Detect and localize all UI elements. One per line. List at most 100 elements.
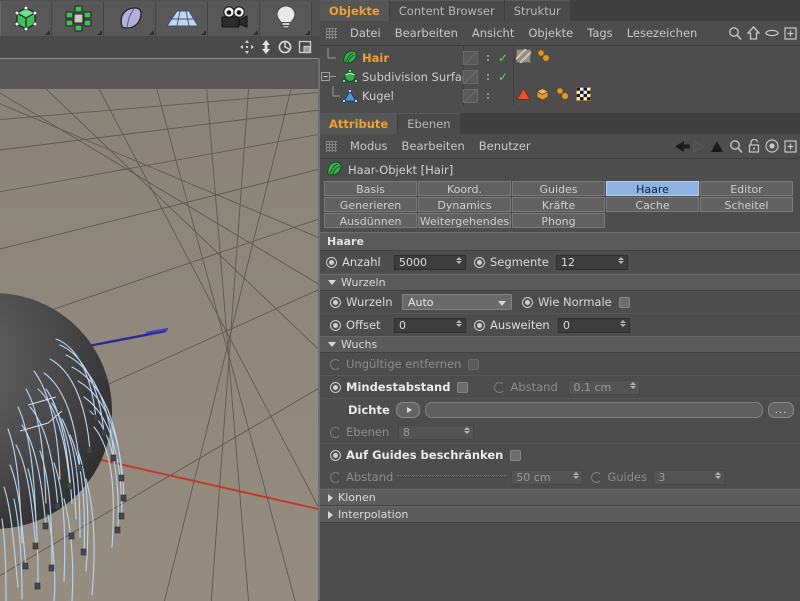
table-row[interactable]: Hair ✓: [320, 48, 800, 67]
animate-dot-wurzeln[interactable]: [330, 296, 341, 308]
nurbs-tool[interactable]: [104, 0, 156, 36]
tab-scheitel[interactable]: Scheitel: [700, 197, 793, 212]
target-icon[interactable]: [765, 139, 779, 153]
input-offset[interactable]: 0: [394, 317, 466, 333]
texture-tag[interactable]: [576, 87, 591, 104]
hair-material-tag[interactable]: [513, 48, 533, 66]
menu-bearbeiten[interactable]: Bearbeiten: [395, 135, 472, 158]
tab-haare[interactable]: Haare: [606, 181, 699, 196]
input-abstand[interactable]: 0.1 cm: [568, 379, 641, 395]
animate-dot-abstand[interactable]: [494, 381, 506, 393]
input-guides[interactable]: 3: [653, 469, 726, 485]
dichte-more-button[interactable]: ...: [768, 402, 794, 418]
checkbox-mindestabstand[interactable]: [457, 381, 469, 393]
menu-ansicht[interactable]: Ansicht: [465, 22, 521, 45]
checkbox-auf-guides-beschraenken[interactable]: [510, 449, 522, 461]
menu-bearbeiten[interactable]: Bearbeiten: [388, 22, 465, 45]
menu-tags[interactable]: Tags: [580, 22, 619, 45]
menu-modus[interactable]: Modus: [343, 135, 395, 158]
spline-array-tool[interactable]: [52, 0, 104, 36]
3d-viewport[interactable]: [0, 58, 318, 601]
animate-dot-mindestabstand[interactable]: [330, 381, 341, 393]
phong-tag[interactable]: [516, 87, 531, 104]
enabled-check-icon[interactable]: ✓: [498, 52, 508, 64]
tab-guides[interactable]: Guides: [512, 181, 605, 196]
animate-dot-wie-normale[interactable]: [522, 296, 533, 308]
animate-dot-auf-guides[interactable]: [330, 449, 341, 461]
floor-grid-tool[interactable]: [156, 0, 208, 36]
light-tool[interactable]: [260, 0, 312, 36]
material-tag[interactable]: [535, 87, 550, 104]
table-row[interactable]: Subdivision Surface ✓: [320, 67, 800, 86]
table-row[interactable]: Kugel: [320, 86, 800, 105]
visibility-dots[interactable]: [483, 89, 493, 103]
checkbox-ungueltige-entfernen[interactable]: [468, 358, 480, 370]
search-icon[interactable]: [728, 26, 742, 40]
plus-box-icon[interactable]: [784, 26, 797, 40]
visibility-dots[interactable]: [483, 70, 493, 84]
tab-basis[interactable]: Basis: [324, 181, 417, 196]
select-wurzeln[interactable]: Auto: [402, 294, 512, 310]
expand-toggle[interactable]: [320, 67, 342, 86]
stepper-guides[interactable]: [715, 471, 722, 479]
input-abstand2[interactable]: 50 cm: [511, 469, 584, 485]
input-ebenen[interactable]: 8: [398, 424, 474, 440]
visibility-dots[interactable]: [483, 51, 493, 65]
tab-generieren[interactable]: Generieren: [324, 197, 417, 212]
animate-dot-abstand2[interactable]: [330, 471, 341, 483]
search-icon[interactable]: [729, 139, 743, 153]
checkbox-wie-normale[interactable]: [618, 296, 630, 308]
lock-icon[interactable]: [748, 139, 760, 153]
input-segmente[interactable]: 12: [556, 254, 628, 270]
object-name-kugel[interactable]: Kugel: [362, 89, 394, 103]
back-forward-icon[interactable]: [675, 139, 705, 153]
animate-dot-ungueltige[interactable]: [330, 358, 341, 370]
tab-objekte[interactable]: Objekte: [320, 0, 389, 21]
menu-datei[interactable]: Datei: [343, 22, 388, 45]
hair-tag[interactable]: [554, 87, 572, 104]
stepper-anzahl[interactable]: [456, 256, 462, 264]
tab-kraefte[interactable]: Kräfte: [512, 197, 605, 212]
up-arrow-icon[interactable]: [710, 140, 724, 153]
stepper-segmente[interactable]: [618, 256, 624, 264]
stepper-offset[interactable]: [456, 319, 462, 327]
ellipse-icon[interactable]: [765, 28, 779, 38]
tab-weitergehendes[interactable]: Weitergehendes: [418, 213, 511, 228]
group-wurzeln[interactable]: Wurzeln: [320, 274, 800, 291]
move-icon[interactable]: [240, 40, 254, 54]
menu-objekte[interactable]: Objekte: [521, 22, 580, 45]
tab-ebenen[interactable]: Ebenen: [398, 113, 460, 134]
group-wuchs[interactable]: Wuchs: [320, 336, 800, 353]
object-name-subdivision-surface[interactable]: Subdivision Surface: [362, 70, 475, 84]
dichte-gradient-bar[interactable]: [425, 402, 763, 418]
tab-koord[interactable]: Koord.: [418, 181, 511, 196]
menu-lesezeichen[interactable]: Lesezeichen: [620, 22, 705, 45]
animate-dot-anzahl[interactable]: [326, 256, 337, 268]
stepper-ebenen[interactable]: [464, 426, 470, 434]
stepper-ausweiten[interactable]: [620, 319, 626, 327]
tab-cache[interactable]: Cache: [606, 197, 699, 212]
zoom-icon[interactable]: [260, 40, 272, 54]
menu-benutzer[interactable]: Benutzer: [472, 135, 538, 158]
layer-switch[interactable]: [463, 88, 478, 103]
camera-tool[interactable]: [208, 0, 260, 36]
drag-grip-icon[interactable]: [326, 140, 337, 152]
animate-dot-ausweiten[interactable]: [474, 319, 485, 331]
input-ausweiten[interactable]: 0: [558, 317, 630, 333]
rotate-icon[interactable]: [278, 40, 292, 54]
enabled-check-icon[interactable]: ✓: [498, 71, 508, 83]
home-icon[interactable]: [747, 26, 760, 40]
tab-struktur[interactable]: Struktur: [504, 0, 570, 21]
animate-dot-guides[interactable]: [591, 471, 603, 483]
layer-switch[interactable]: [463, 69, 478, 84]
plus-box-icon[interactable]: [784, 139, 797, 153]
object-name-hair[interactable]: Hair: [362, 51, 389, 65]
drag-grip-icon[interactable]: [326, 27, 337, 39]
primitive-cube-tool[interactable]: [0, 0, 52, 36]
tab-content-browser[interactable]: Content Browser: [389, 0, 504, 21]
maximize-view-icon[interactable]: [298, 40, 312, 54]
dichte-preview-button[interactable]: [396, 402, 420, 418]
tab-phong[interactable]: Phong: [512, 213, 605, 228]
group-interpolation[interactable]: Interpolation: [320, 506, 800, 523]
animate-dot-ebenen[interactable]: [330, 426, 341, 438]
